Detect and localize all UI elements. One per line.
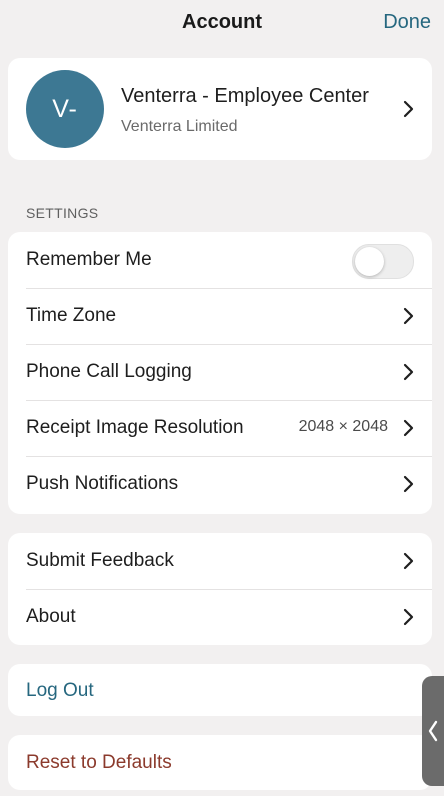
chevron-right-icon [400, 307, 418, 325]
navigation-bar: Account Done [0, 0, 444, 46]
chevron-right-icon [400, 363, 418, 381]
phone-call-logging-label: Phone Call Logging [26, 361, 192, 382]
chevron-right-icon [400, 475, 418, 493]
chevron-right-icon [400, 100, 418, 118]
reset-to-defaults-label: Reset to Defaults [26, 752, 172, 773]
toggle-knob [355, 247, 384, 276]
chevron-right-icon [400, 552, 418, 570]
receipt-image-resolution-label: Receipt Image Resolution [26, 417, 244, 438]
chevron-left-icon [428, 720, 438, 742]
chevron-right-icon [400, 608, 418, 626]
push-notifications-label: Push Notifications [26, 473, 179, 494]
settings-group: Remember Me Time Zone Phone Call Logging… [8, 232, 432, 514]
info-group: Submit Feedback About [8, 533, 432, 645]
about-row[interactable]: About [8, 589, 432, 645]
avatar: V- [26, 70, 104, 148]
account-name: Venterra - Employee Center [121, 85, 369, 107]
side-drawer-handle[interactable] [422, 676, 444, 786]
account-organization: Venterra Limited [121, 118, 238, 135]
submit-feedback-label: Submit Feedback [26, 550, 174, 571]
time-zone-label: Time Zone [26, 305, 117, 326]
time-zone-row[interactable]: Time Zone [8, 288, 432, 344]
about-label: About [26, 606, 76, 627]
receipt-image-resolution-value: 2048 × 2048 [298, 418, 388, 435]
submit-feedback-row[interactable]: Submit Feedback [8, 533, 432, 589]
reset-to-defaults-button[interactable]: Reset to Defaults [8, 735, 432, 790]
phone-call-logging-row[interactable]: Phone Call Logging [8, 344, 432, 400]
remember-me-row: Remember Me [8, 232, 432, 288]
log-out-label: Log Out [26, 680, 94, 701]
receipt-image-resolution-row[interactable]: Receipt Image Resolution 2048 × 2048 [8, 400, 432, 456]
account-profile-card[interactable]: V- Venterra - Employee Center Venterra L… [8, 58, 432, 160]
log-out-button[interactable]: Log Out [8, 664, 432, 716]
avatar-initials: V- [52, 94, 78, 123]
page-title: Account [182, 11, 262, 33]
remember-me-label: Remember Me [26, 249, 152, 270]
done-button[interactable]: Done [383, 11, 431, 34]
remember-me-toggle[interactable] [352, 244, 414, 279]
settings-section-header: SETTINGS [26, 205, 99, 221]
chevron-right-icon [400, 419, 418, 437]
push-notifications-row[interactable]: Push Notifications [8, 456, 432, 512]
